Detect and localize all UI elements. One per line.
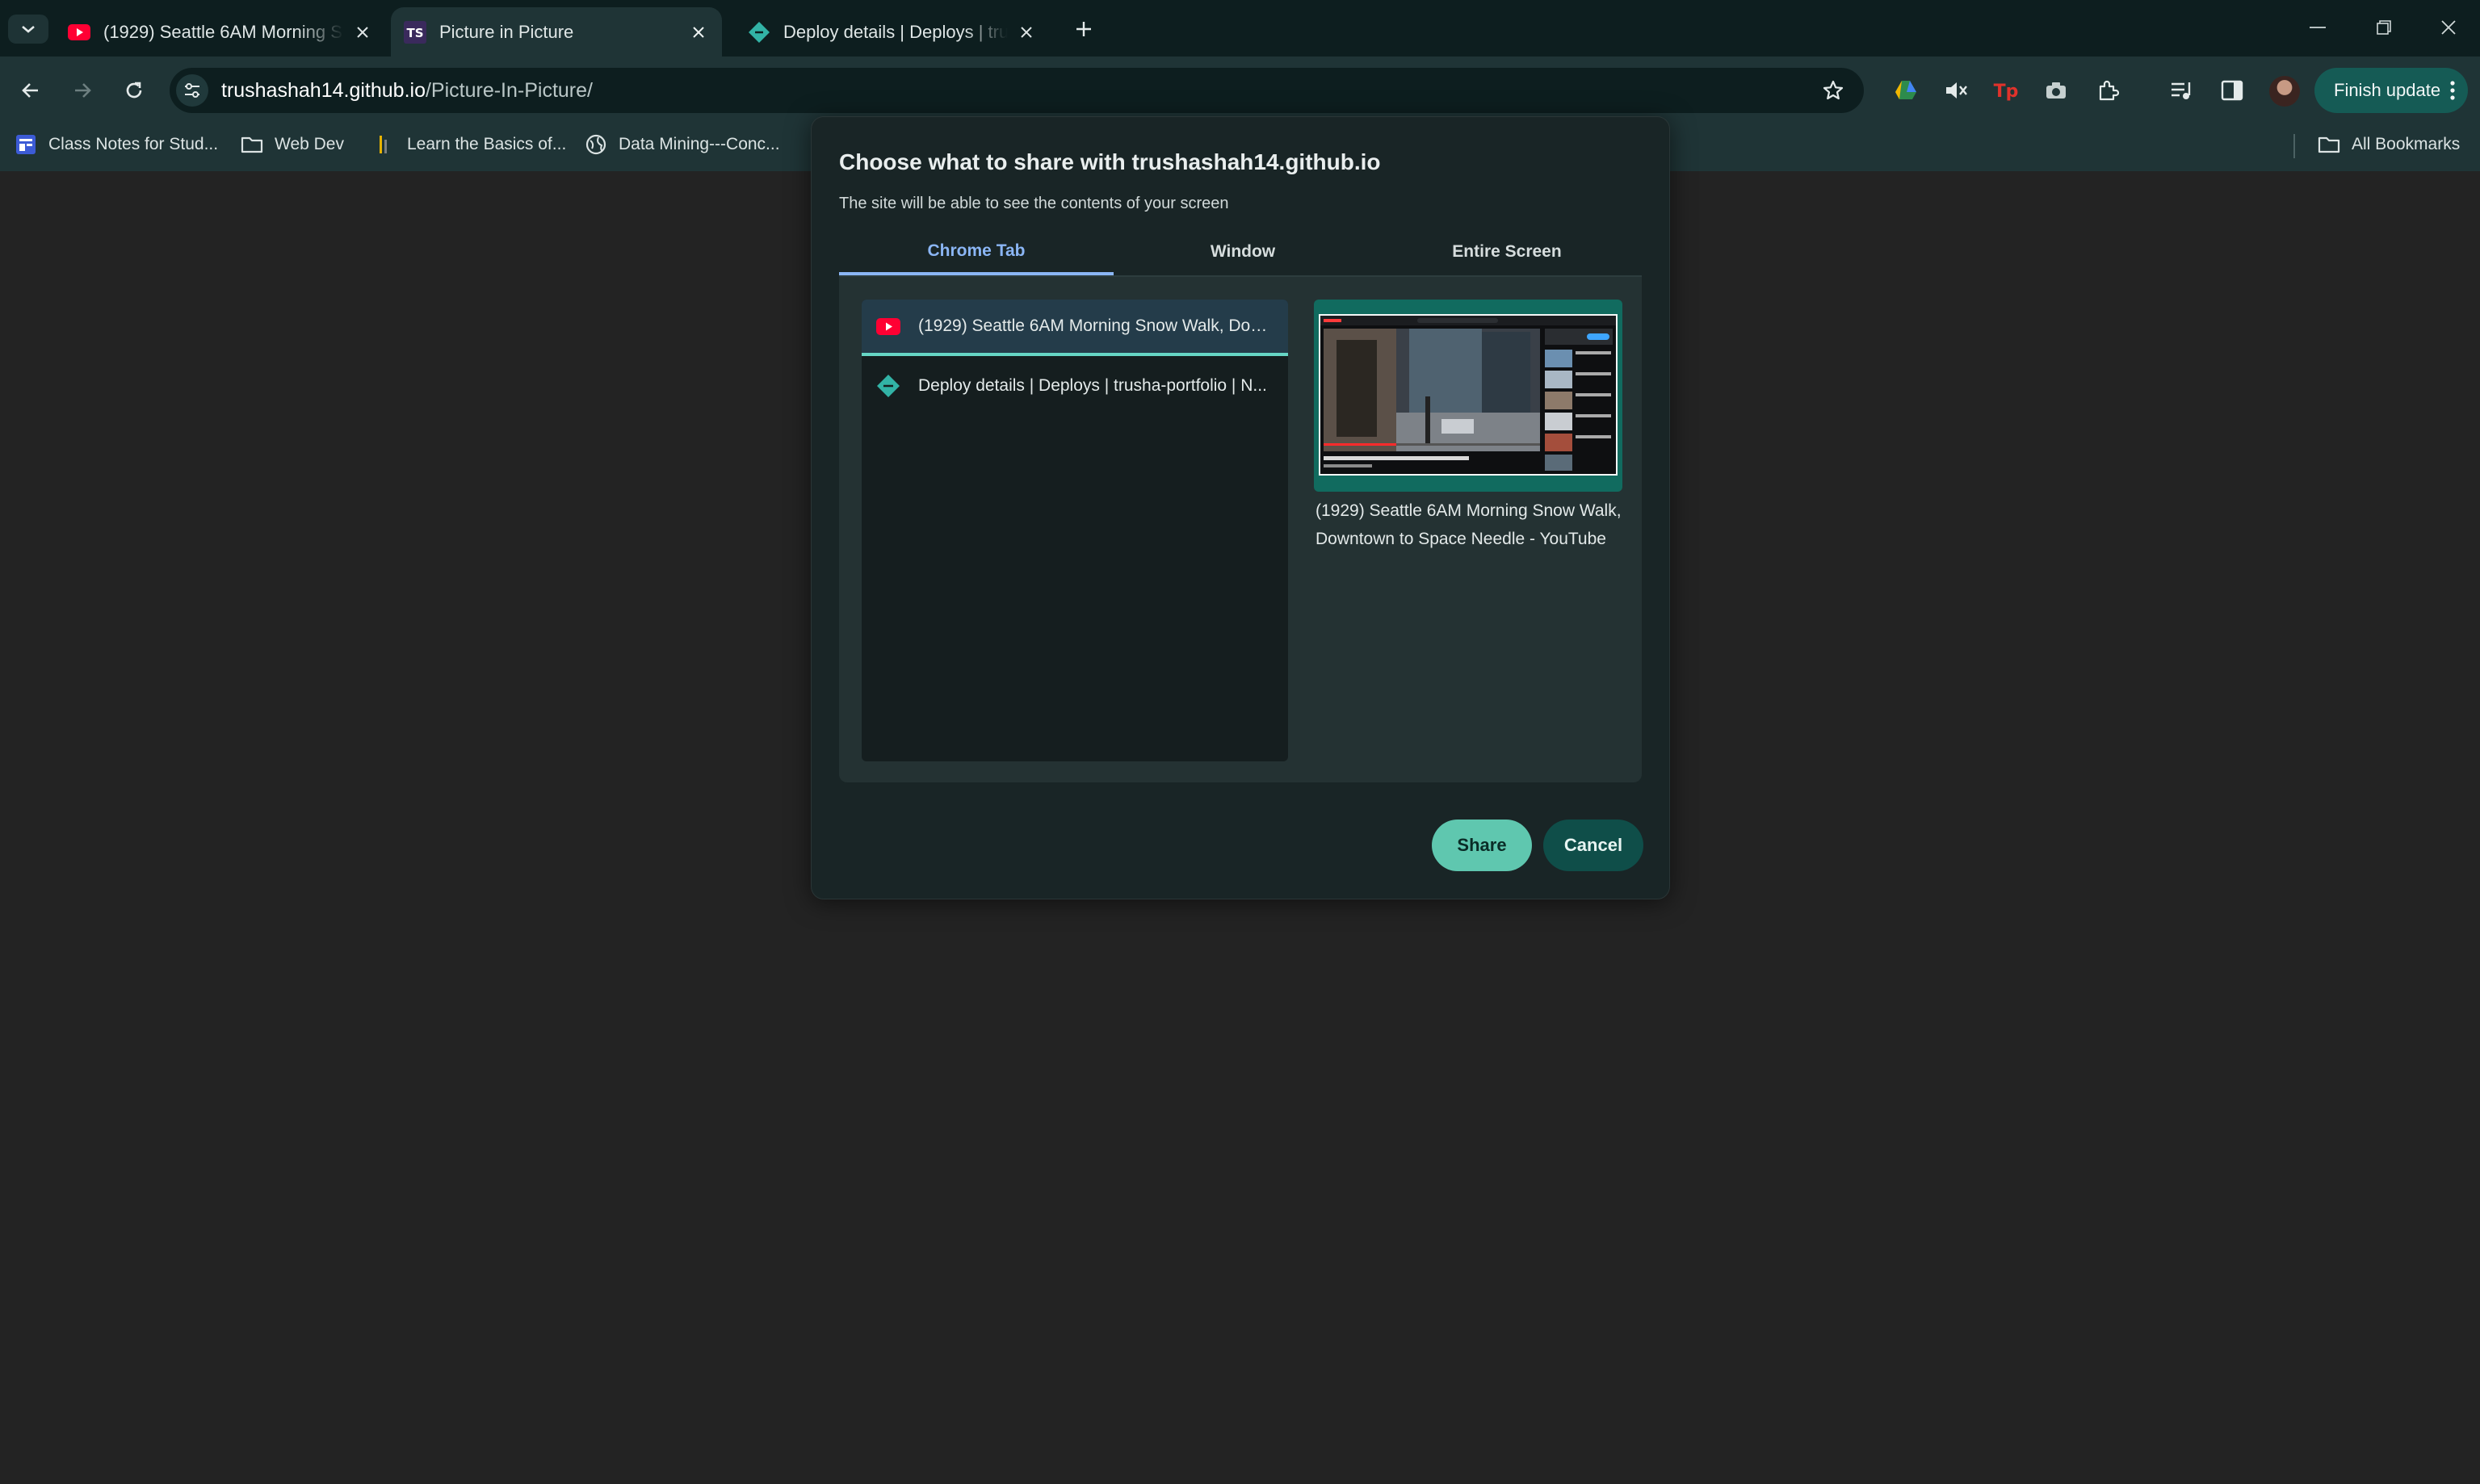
bookmark-web-dev[interactable]: Web Dev: [241, 124, 344, 165]
finish-update-button[interactable]: Finish update: [2314, 68, 2468, 113]
back-button[interactable]: [13, 73, 48, 108]
tab-search-button[interactable]: [8, 15, 48, 44]
plus-icon: [1076, 22, 1091, 36]
tab-title: Picture in Picture: [439, 21, 574, 42]
tab-window[interactable]: Window: [1114, 230, 1372, 274]
tab-youtube[interactable]: (1929) Seattle 6AM Morning Snow Walk, Do…: [47, 7, 386, 57]
tab-title: (1929) Seattle 6AM Morning Snow Walk, Do…: [103, 21, 344, 42]
youtube-icon: [876, 314, 900, 338]
tab-strip: (1929) Seattle 6AM Morning Snow Walk, Do…: [0, 0, 2480, 57]
tab-picture-in-picture[interactable]: TS Picture in Picture: [391, 7, 722, 57]
arrow-right-icon: [75, 83, 91, 98]
chevron-down-icon: [22, 26, 35, 33]
source-item-youtube[interactable]: (1929) Seattle 6AM Morning Snow Walk, Do…: [862, 300, 1288, 356]
source-list: (1929) Seattle 6AM Morning Snow Walk, Do…: [862, 300, 1288, 761]
arrow-left-icon: [22, 83, 38, 98]
tab-title: Deploy details | Deploys | trusha-portfo…: [783, 21, 1008, 42]
reload-button[interactable]: [116, 73, 152, 108]
bookmark-data-mining[interactable]: Data Mining---Conc...: [585, 124, 780, 165]
youtube-icon: [68, 21, 90, 44]
share-source-panel: (1929) Seattle 6AM Morning Snow Walk, Do…: [839, 277, 1642, 782]
folder-icon: [241, 133, 263, 156]
netlify-icon: [876, 374, 900, 398]
side-panel-icon[interactable]: [2218, 76, 2247, 105]
forward-button[interactable]: [65, 73, 100, 108]
bookmark-star-button[interactable]: [1820, 78, 1846, 103]
tab-preview: [1314, 300, 1622, 492]
share-screen-dialog: Choose what to share with trushashah14.g…: [811, 116, 1670, 899]
minimize-icon: [2310, 27, 2326, 28]
all-bookmarks-button[interactable]: All Bookmarks: [2318, 124, 2460, 165]
folder-icon: [2318, 133, 2340, 156]
dialog-subtitle: The site will be able to see the content…: [839, 195, 1229, 212]
globe-icon: [585, 133, 607, 156]
source-label: (1929) Seattle 6AM Morning Snow Walk, Do…: [918, 317, 1274, 335]
media-control-icon[interactable]: [2167, 76, 2197, 105]
preview-thumbnail: [1319, 314, 1618, 476]
mute-icon[interactable]: [1941, 76, 1970, 105]
share-type-tabs: Chrome Tab Window Entire Screen: [839, 230, 1642, 277]
tp-extension-icon[interactable]: Tp: [1991, 76, 2021, 105]
all-bookmarks-label: All Bookmarks: [2352, 135, 2461, 153]
address-bar[interactable]: trushashah14.github.io/Picture-In-Pictur…: [170, 68, 1864, 113]
close-window-button[interactable]: [2424, 11, 2473, 44]
new-tab-button[interactable]: [1068, 15, 1100, 44]
extension-drive-icon[interactable]: [1891, 76, 1920, 105]
site-info-button[interactable]: [176, 74, 208, 107]
url-host: trushashah14.github.io: [221, 79, 426, 102]
finish-update-label: Finish update: [2334, 80, 2441, 100]
more-vert-icon: [2450, 81, 2455, 100]
profile-avatar[interactable]: [2269, 76, 2300, 107]
url-path: /Picture-In-Picture/: [425, 79, 593, 102]
camera-icon[interactable]: [2041, 76, 2071, 105]
svg-text:Tp: Tp: [1994, 82, 2019, 102]
tune-icon: [185, 83, 199, 98]
url-text[interactable]: trushashah14.github.io/Picture-In-Pictur…: [221, 79, 593, 103]
extensions-puzzle-icon[interactable]: [2093, 76, 2122, 105]
close-tab-icon[interactable]: [1014, 20, 1039, 44]
toolbar: trushashah14.github.io/Picture-In-Pictur…: [0, 57, 2480, 124]
cancel-button[interactable]: Cancel: [1543, 820, 1643, 871]
page-icon: [15, 133, 37, 156]
tab-netlify[interactable]: Deploy details | Deploys | trusha-portfo…: [727, 7, 1050, 57]
bars-icon: [373, 133, 396, 156]
tab-chrome-tab[interactable]: Chrome Tab: [839, 230, 1114, 275]
bookmark-label: Class Notes for Stud...: [48, 135, 219, 153]
bookmark-label: Data Mining---Conc...: [619, 135, 780, 153]
ts-icon: TS: [404, 20, 426, 44]
dialog-title: Choose what to share with trushashah14.g…: [839, 149, 1381, 174]
preview-caption: (1929) Seattle 6AM Morning Snow Walk, Do…: [1316, 501, 1622, 548]
tab-entire-screen[interactable]: Entire Screen: [1372, 230, 1642, 274]
bookmark-label: Learn the Basics of...: [407, 135, 567, 153]
bookmarks-divider: [2293, 134, 2295, 158]
reload-icon: [126, 82, 142, 99]
share-button[interactable]: Share: [1432, 820, 1532, 871]
close-icon: [2441, 20, 2456, 35]
star-icon: [1823, 80, 1844, 100]
source-label: Deploy details | Deploys | trusha-portfo…: [918, 376, 1267, 395]
close-tab-icon[interactable]: [350, 20, 375, 44]
restore-button[interactable]: [2360, 11, 2408, 44]
svg-text:TS: TS: [406, 26, 423, 40]
bookmark-learn-basics[interactable]: Learn the Basics of...: [373, 124, 566, 165]
source-item-netlify[interactable]: Deploy details | Deploys | trusha-portfo…: [862, 358, 1288, 414]
bookmark-class-notes[interactable]: Class Notes for Stud...: [15, 124, 218, 165]
bookmark-label: Web Dev: [275, 135, 344, 153]
minimize-button[interactable]: [2293, 11, 2342, 44]
netlify-icon: [748, 21, 770, 44]
close-tab-icon[interactable]: [686, 20, 711, 44]
restore-icon: [2377, 20, 2391, 35]
